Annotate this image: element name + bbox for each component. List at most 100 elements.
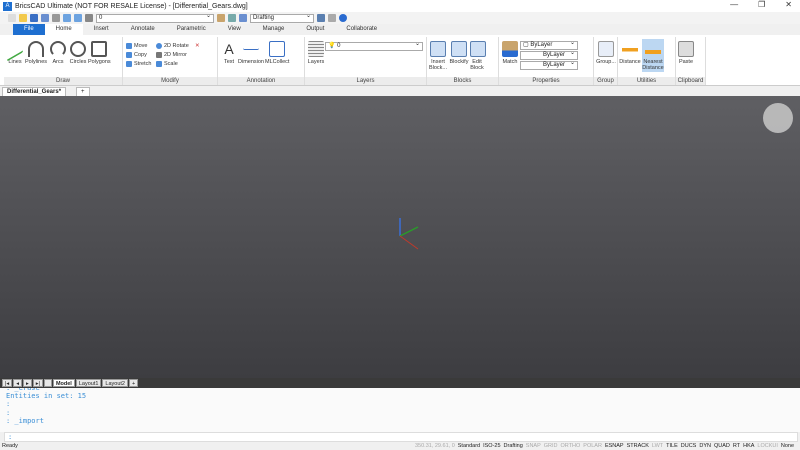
tab-output[interactable]: Output — [295, 24, 335, 35]
tool-icon[interactable] — [228, 14, 236, 22]
group-button[interactable]: Group... — [595, 41, 617, 65]
status-toggle-polar[interactable]: POLAR — [583, 442, 602, 450]
blockify-button[interactable]: Blockify — [449, 41, 469, 65]
status-toggle-tile[interactable]: TILE — [666, 442, 678, 450]
status-toggle-dyn[interactable]: DYN — [699, 442, 711, 450]
tool-icon[interactable] — [328, 14, 336, 22]
lines-button[interactable]: Lines — [6, 36, 24, 65]
command-input[interactable]: : — [4, 432, 798, 442]
open-icon[interactable] — [19, 14, 27, 22]
drawing-canvas[interactable] — [0, 96, 800, 378]
stretch-button[interactable]: Stretch — [126, 61, 151, 67]
label: 2D Mirror — [164, 52, 187, 58]
tab-file[interactable]: File — [13, 24, 45, 35]
tab-annotate[interactable]: Annotate — [120, 24, 166, 35]
distance-button[interactable]: Distance — [619, 41, 641, 65]
layers-button[interactable]: Layers — [307, 41, 325, 65]
dimension-button[interactable]: Dimension — [238, 41, 264, 65]
properties-icon[interactable] — [317, 14, 325, 22]
status-toggle-standard[interactable]: Standard — [458, 442, 480, 450]
tab-model[interactable]: Model — [52, 379, 75, 387]
2d-mirror-button[interactable]: 2D Mirror — [156, 52, 187, 58]
scale-button[interactable]: Scale — [156, 61, 178, 67]
status-toggle-lwt[interactable]: LWT — [652, 442, 663, 450]
undo-icon[interactable] — [63, 14, 71, 22]
tool-icon[interactable] — [239, 14, 247, 22]
status-toggle-iso-25[interactable]: ISO-25 — [483, 442, 500, 450]
help-icon[interactable] — [339, 14, 347, 22]
save-as-icon[interactable] — [41, 14, 49, 22]
status-toggle-quad[interactable]: QUAD — [714, 442, 730, 450]
next-layout-button[interactable]: ▸ — [22, 379, 32, 387]
layer-dropdown[interactable]: 0 — [96, 13, 214, 23]
status-toggle-ortho[interactable]: ORTHO — [561, 442, 581, 450]
redo-icon[interactable] — [74, 14, 82, 22]
status-toggle-grid[interactable]: GRID — [544, 442, 558, 450]
polylines-button[interactable]: Polylines — [25, 41, 47, 65]
tab-home[interactable]: Home — [44, 24, 83, 35]
status-toggle-ducs[interactable]: DUCS — [681, 442, 697, 450]
status-toggle-strack[interactable]: STRACK — [627, 442, 649, 450]
layer-value: 0 — [99, 14, 103, 21]
status-toggle-hka[interactable]: HKA — [743, 442, 754, 450]
insert-block-button[interactable]: Insert Block... — [428, 41, 448, 71]
status-toggle-snap[interactable]: SNAP — [526, 442, 541, 450]
ribbon: Lines Polylines Arcs Circles Polygons Dr… — [0, 35, 800, 86]
status-toggle-rt[interactable]: RT — [733, 442, 740, 450]
tab-layout2[interactable]: Layout2 — [102, 379, 128, 387]
circles-button[interactable]: Circles — [68, 41, 88, 65]
move-icon — [126, 43, 132, 49]
match-icon[interactable] — [217, 14, 225, 22]
scale-icon — [156, 61, 162, 67]
text-button[interactable]: A Text — [221, 41, 237, 65]
copy-button[interactable]: Copy — [126, 52, 147, 58]
document-tab[interactable]: Differential_Gears* — [2, 87, 67, 96]
new-icon[interactable] — [8, 14, 16, 22]
move-button[interactable]: Move — [126, 43, 147, 49]
tab-manage[interactable]: Manage — [252, 24, 296, 35]
lineweight-dropdown[interactable]: ByLayer — [520, 60, 578, 70]
nearest-distance-button[interactable]: Nearest Distance — [642, 39, 664, 72]
tab-collaborate[interactable]: Collaborate — [335, 24, 388, 35]
history-line: Entities in set: 15 — [6, 392, 87, 400]
mlcollect-button[interactable]: MLCollect — [265, 41, 289, 65]
panel-utilities: Distance Nearest Distance Utilities — [618, 37, 676, 85]
delete-button[interactable]: ✕ — [195, 43, 200, 49]
linetype-dropdown[interactable]: ByLayer — [520, 50, 578, 60]
maximize-button[interactable]: ❐ — [758, 0, 765, 9]
prev-layout-button[interactable]: ◂ — [13, 379, 22, 387]
status-toggle-none[interactable]: None — [781, 442, 794, 450]
polygons-button[interactable]: Polygons — [88, 41, 111, 65]
tab-view[interactable]: View — [217, 24, 252, 35]
save-icon[interactable] — [30, 14, 38, 22]
new-document-tab-button[interactable]: + — [76, 87, 90, 96]
edit-block-button[interactable]: Edit Block — [470, 41, 486, 71]
layer-dropdown[interactable]: 💡 0 — [325, 41, 423, 51]
2d-rotate-button[interactable]: 2D Rotate — [156, 43, 189, 49]
navigation-wheel[interactable] — [763, 103, 793, 133]
panel-title: Draw — [4, 77, 122, 85]
status-toggle-drafting[interactable]: Drafting — [504, 442, 523, 450]
tab-parametric[interactable]: Parametric — [166, 24, 217, 35]
cut-icon[interactable] — [85, 14, 93, 22]
status-toggle-lockui[interactable]: LOCKUI — [757, 442, 777, 450]
first-layout-button[interactable]: |◂ — [2, 379, 13, 387]
color-dropdown[interactable]: ▢ ByLayer — [520, 40, 578, 50]
tab-layout1[interactable]: Layout1 — [75, 379, 102, 387]
last-layout-button[interactable]: ▸| — [32, 379, 43, 387]
workspace-dropdown[interactable]: Drafting — [250, 13, 314, 23]
layout-list-button[interactable] — [43, 379, 52, 387]
match-button[interactable]: Match — [501, 41, 519, 65]
arcs-button[interactable]: Arcs — [50, 41, 66, 65]
print-icon[interactable] — [52, 14, 60, 22]
command-history: : _erase Entities in set: 15 : : : _impo… — [0, 388, 800, 432]
tab-insert[interactable]: Insert — [83, 24, 120, 35]
mlcollect-icon — [269, 41, 285, 57]
add-layout-button[interactable]: + — [128, 379, 139, 387]
paste-button[interactable]: Paste — [677, 41, 695, 65]
close-button[interactable]: ✕ — [785, 0, 792, 9]
minimize-button[interactable]: — — [730, 0, 738, 9]
status-toggle-esnap[interactable]: ESNAP — [605, 442, 624, 450]
arc-icon — [50, 41, 66, 57]
panel-properties: Match ▢ ByLayer ByLayer ByLayer Properti… — [499, 37, 594, 85]
